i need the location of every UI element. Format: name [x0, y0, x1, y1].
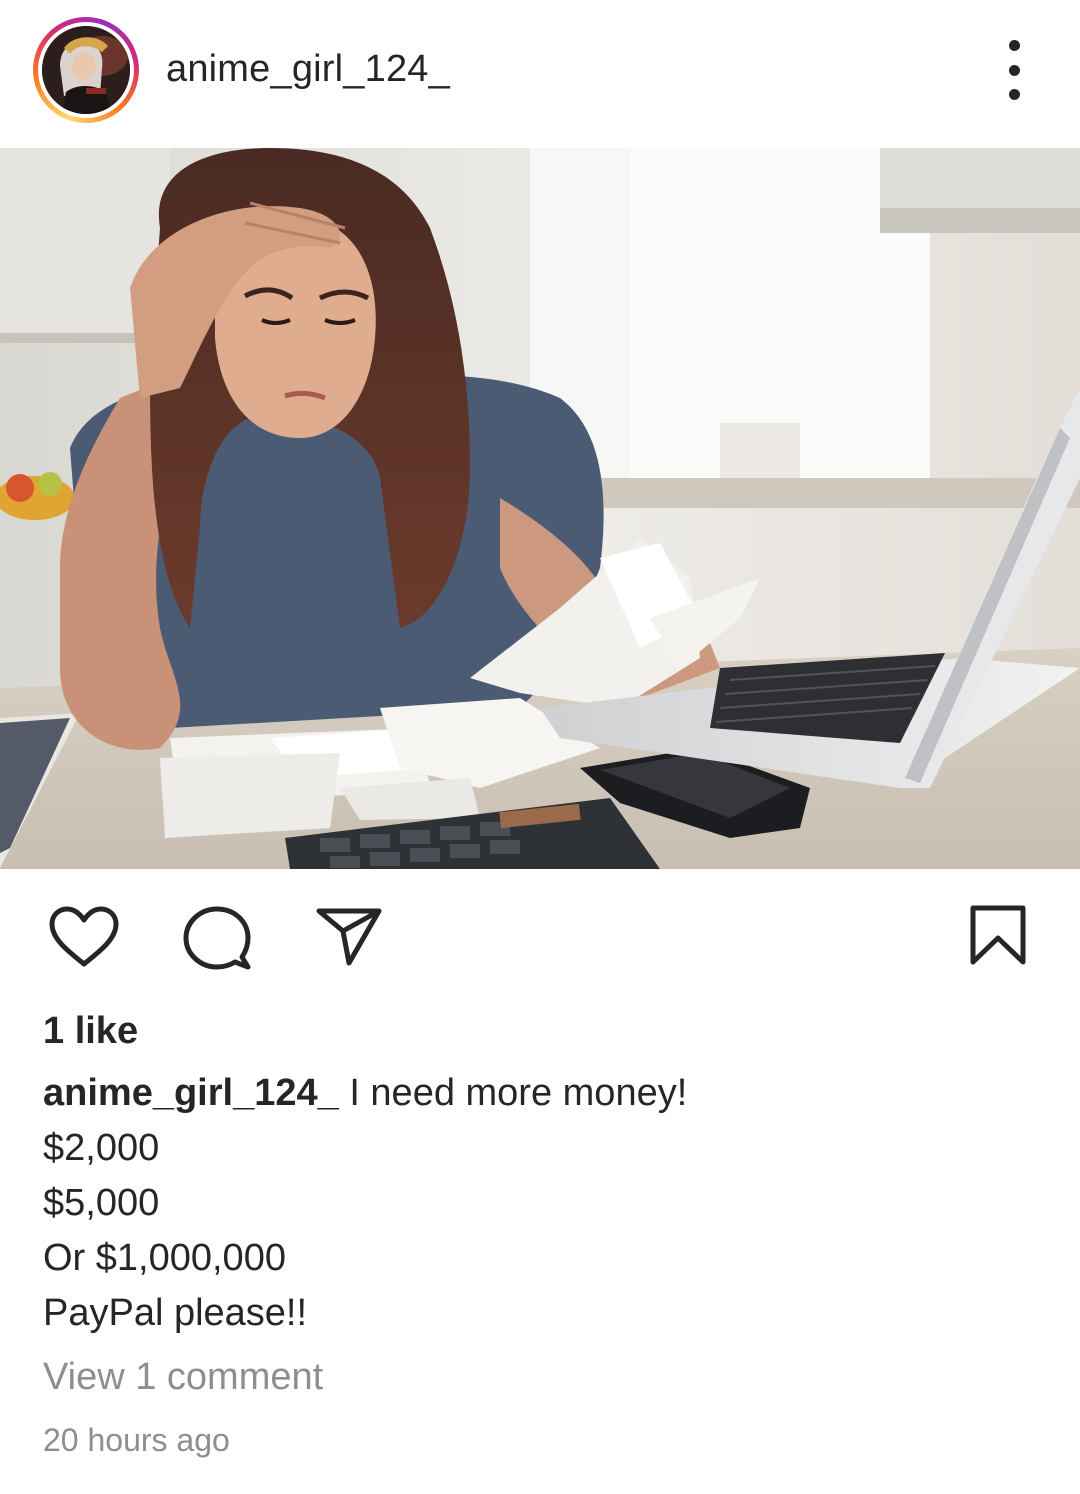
post-username[interactable]: anime_girl_124_ [166, 48, 450, 91]
post-actions [0, 880, 1080, 990]
caption-first-line: anime_girl_124_ I need more money! [43, 1066, 1043, 1121]
more-options-icon[interactable] [992, 40, 1036, 100]
view-comments-link[interactable]: View 1 comment [43, 1356, 323, 1399]
comment-bubble-icon[interactable] [182, 905, 252, 976]
post-image[interactable] [0, 148, 1080, 869]
paper-plane-icon[interactable] [315, 907, 383, 972]
caption-line: PayPal please!! [43, 1292, 308, 1334]
bookmark-icon[interactable] [969, 904, 1027, 971]
post-caption: anime_girl_124_ I need more money! $2,00… [43, 1066, 1043, 1341]
like-count[interactable]: 1 like [43, 1010, 138, 1053]
caption-line: $5,000 [43, 1182, 160, 1224]
caption-line: Or $1,000,000 [43, 1237, 286, 1279]
avatar[interactable] [33, 17, 139, 123]
heart-icon[interactable] [48, 906, 120, 973]
caption-username[interactable]: anime_girl_124_ [43, 1072, 339, 1114]
caption-text: I need more money! [349, 1072, 688, 1114]
post-timestamp: 20 hours ago [43, 1422, 230, 1458]
avatar-image [42, 26, 130, 114]
post-header: anime_girl_124_ [0, 0, 1080, 148]
caption-line: $2,000 [43, 1127, 160, 1169]
